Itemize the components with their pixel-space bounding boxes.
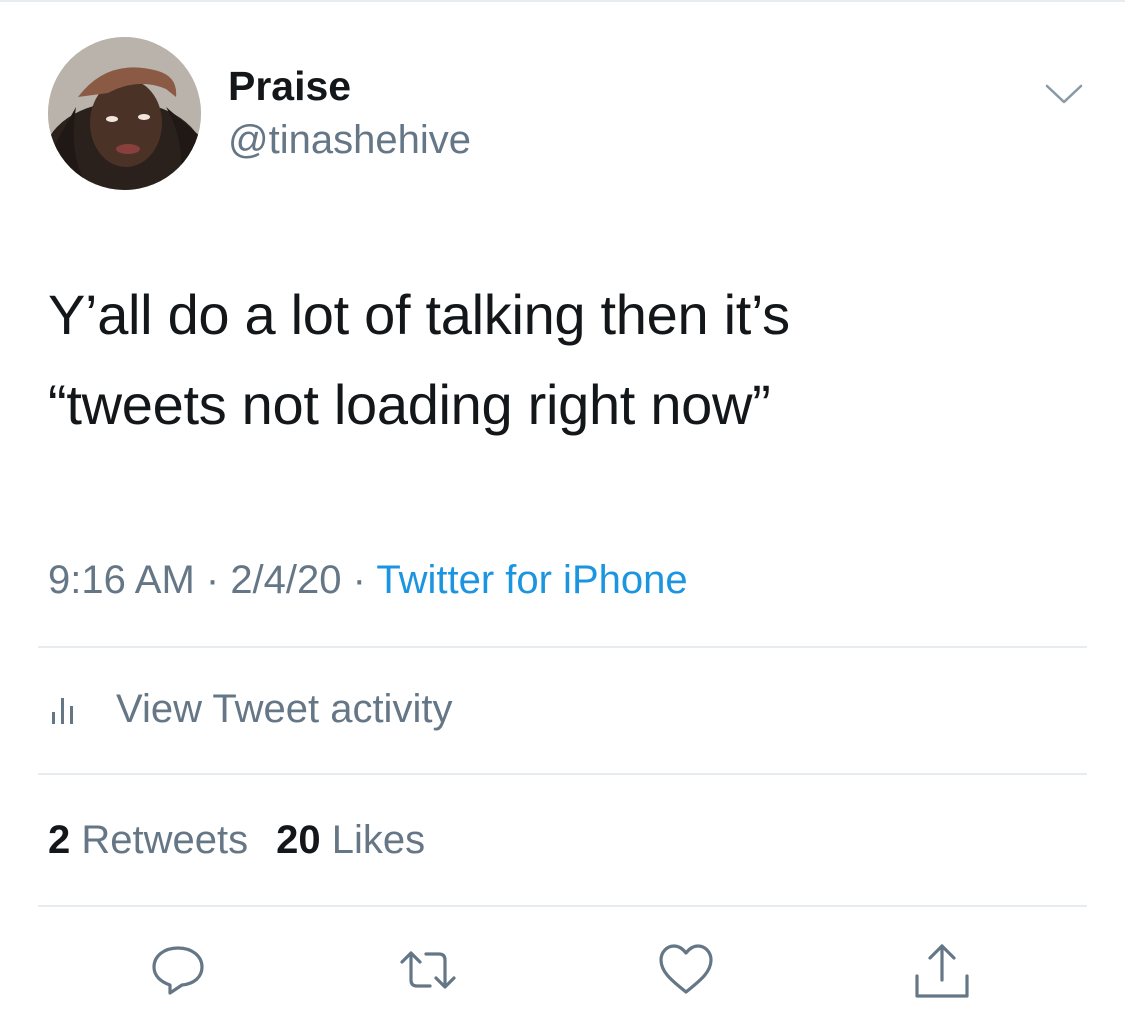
meta-separator: ·	[194, 558, 231, 602]
tweet-text: Y’all do a lot of talking then it’s “twe…	[48, 283, 790, 436]
likes-count: 20	[276, 818, 321, 862]
view-tweet-activity-label: View Tweet activity	[116, 687, 453, 731]
retweets-count: 2	[48, 818, 71, 862]
likes-stat[interactable]: 20 Likes	[276, 818, 425, 862]
heart-icon	[656, 940, 716, 1000]
share-button[interactable]	[912, 940, 972, 1000]
top-border	[0, 0, 1125, 2]
reply-icon	[148, 940, 208, 1000]
display-name[interactable]: Praise	[228, 62, 351, 110]
share-icon	[912, 940, 972, 1000]
divider	[38, 773, 1087, 775]
reply-button[interactable]	[148, 940, 208, 1000]
tweet-date: 2/4/20	[230, 558, 342, 602]
view-tweet-activity-button[interactable]: View Tweet activity	[48, 684, 452, 734]
retweets-stat[interactable]: 2 Retweets	[48, 818, 248, 862]
chevron-down-icon[interactable]	[1044, 80, 1084, 108]
likes-label: Likes	[331, 818, 426, 862]
retweets-label: Retweets	[81, 818, 249, 862]
retweet-button[interactable]	[398, 940, 458, 1000]
retweet-icon	[398, 940, 458, 1000]
tweet-time: 9:16 AM	[48, 558, 195, 602]
tweet-source-link[interactable]: Twitter for iPhone	[376, 558, 687, 602]
bar-chart-icon	[48, 692, 90, 726]
divider	[38, 646, 1087, 648]
avatar[interactable]	[48, 37, 201, 190]
like-button[interactable]	[656, 940, 716, 1000]
tweet-stats: 2 Retweets 20 Likes	[48, 816, 425, 864]
divider	[38, 905, 1087, 907]
user-handle[interactable]: @tinashehive	[228, 116, 471, 164]
tweet-meta: 9:16 AM · 2/4/20 · Twitter for iPhone	[48, 556, 688, 604]
meta-separator: ·	[341, 558, 377, 602]
